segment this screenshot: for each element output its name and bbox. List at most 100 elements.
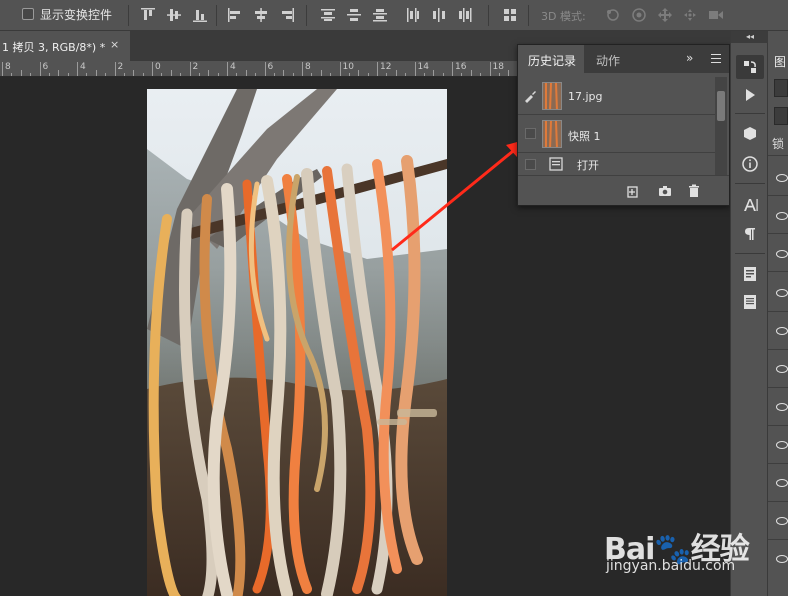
photoshop-window: 显示变换控件 3D 模式: 1 拷贝 3, RGB/8*) * × 8 6 4 … xyxy=(0,0,788,596)
history-item-label: 快照 1 xyxy=(568,130,601,143)
ruler-tick xyxy=(377,62,378,76)
document-tab[interactable]: 1 拷贝 3, RGB/8*) * × xyxy=(0,31,130,61)
align-vertical-centers-icon[interactable] xyxy=(166,7,182,23)
scrollbar-thumb[interactable] xyxy=(717,91,725,121)
ruler-tick xyxy=(498,73,500,76)
ruler-tick xyxy=(20,70,22,76)
layer-visibility-eye-icon[interactable] xyxy=(776,441,788,449)
ruler-tick xyxy=(39,62,41,76)
distribute-vertical-centers-icon[interactable] xyxy=(346,7,362,23)
ruler-tick xyxy=(311,73,313,76)
ruler-tick xyxy=(480,73,482,76)
layer-visibility-eye-icon[interactable] xyxy=(776,212,788,220)
ruler-tick xyxy=(470,70,472,76)
ruler-tick xyxy=(339,62,341,76)
paragraph-panel-button[interactable] xyxy=(736,222,764,246)
history-scrollbar[interactable] xyxy=(715,77,727,185)
layer-visibility-eye-icon[interactable] xyxy=(776,479,788,487)
camera-icon[interactable] xyxy=(658,184,672,198)
layer-visibility-eye-icon[interactable] xyxy=(776,250,788,258)
history-source-checkbox[interactable] xyxy=(525,128,536,139)
character-panel-button[interactable] xyxy=(736,193,764,217)
ruler-tick xyxy=(86,73,88,76)
distribute-right-edges-icon[interactable] xyxy=(457,7,473,23)
ruler-label: 4 xyxy=(80,62,86,72)
layer-visibility-eye-icon[interactable] xyxy=(776,403,788,411)
ruler-tick xyxy=(58,70,60,76)
ruler-tick xyxy=(123,73,125,76)
separator xyxy=(216,5,217,26)
ruler-tick xyxy=(452,62,453,76)
align-horizontal-centers-icon[interactable] xyxy=(253,7,269,23)
history-item[interactable]: 打开 xyxy=(518,153,715,175)
new-document-from-state-icon[interactable] xyxy=(626,184,640,198)
show-transform-controls-checkbox[interactable] xyxy=(22,8,34,20)
history-panel: 历史记录 动作 » 17.jpg 快照 1 打开 xyxy=(517,44,730,206)
history-brush-icon[interactable] xyxy=(523,89,537,103)
align-bottom-edges-icon[interactable] xyxy=(192,7,208,23)
align-top-edges-icon[interactable] xyxy=(140,7,156,23)
ruler-tick xyxy=(114,62,116,76)
layer-visibility-eye-icon[interactable] xyxy=(776,517,788,525)
history-item-label: 17.jpg xyxy=(568,90,603,103)
history-item[interactable]: 17.jpg xyxy=(518,77,715,115)
libraries-panel-button[interactable] xyxy=(736,262,764,286)
ruler-tick xyxy=(170,70,172,76)
layer-row-divider xyxy=(768,311,788,312)
dock-collapse-button[interactable]: ◂◂ xyxy=(731,31,769,43)
close-document-button[interactable]: × xyxy=(110,38,119,51)
layer-visibility-eye-icon[interactable] xyxy=(776,327,788,335)
distribute-left-edges-icon[interactable] xyxy=(405,7,421,23)
layer-row-divider xyxy=(768,271,788,272)
separator xyxy=(488,5,489,26)
panel-menu-icon[interactable] xyxy=(711,54,721,63)
lock-label: 锁 xyxy=(772,137,785,151)
distribute-horizontal-centers-icon[interactable] xyxy=(431,7,447,23)
trash-icon[interactable] xyxy=(687,184,701,198)
ruler-label: 8 xyxy=(305,62,311,72)
layer-visibility-eye-icon[interactable] xyxy=(776,555,788,563)
align-right-edges-icon[interactable] xyxy=(279,7,295,23)
ruler-tick xyxy=(245,70,247,76)
layer-filter-search[interactable] xyxy=(774,79,788,97)
ruler-tick xyxy=(264,62,266,76)
layer-visibility-eye-icon[interactable] xyxy=(776,289,788,297)
ruler-label: 10 xyxy=(342,62,354,72)
distribute-top-edges-icon[interactable] xyxy=(320,7,336,23)
layer-visibility-eye-icon[interactable] xyxy=(776,365,788,373)
ruler-tick xyxy=(386,73,388,76)
panel-expand-button[interactable]: » xyxy=(686,51,693,65)
3d-roll-icon[interactable] xyxy=(631,7,647,23)
tab-actions[interactable]: 动作 xyxy=(596,52,620,69)
dock-separator xyxy=(735,113,765,114)
history-item[interactable]: 快照 1 xyxy=(518,115,715,153)
ruler-tick xyxy=(283,70,285,76)
layer-visibility-eye-icon[interactable] xyxy=(776,174,788,182)
3d-pan-icon[interactable] xyxy=(657,7,673,23)
dock-separator xyxy=(735,183,765,184)
history-source-checkbox[interactable] xyxy=(525,159,536,170)
distribute-bottom-edges-icon[interactable] xyxy=(372,7,388,23)
blend-mode-select[interactable] xyxy=(774,107,788,125)
layer-row-divider xyxy=(768,195,788,196)
layer-row-divider xyxy=(768,387,788,388)
tab-history[interactable]: 历史记录 xyxy=(518,45,584,73)
history-item-thumbnail xyxy=(542,82,562,110)
align-left-edges-icon[interactable] xyxy=(227,7,243,23)
ruler-tick xyxy=(227,62,228,76)
3d-slide-icon[interactable] xyxy=(682,7,698,23)
3d-scale-video-icon[interactable] xyxy=(708,7,724,23)
ruler-tick xyxy=(198,73,200,76)
ruler-tick xyxy=(152,62,153,76)
auto-align-layers-icon[interactable] xyxy=(502,7,518,23)
ruler-label: 16 xyxy=(455,62,467,72)
ruler-tick xyxy=(95,70,97,76)
3d-orbit-icon[interactable] xyxy=(605,7,621,23)
properties-panel-button[interactable] xyxy=(736,290,764,314)
3d-panel-button[interactable] xyxy=(736,122,764,146)
ruler-tick xyxy=(367,73,369,76)
ruler-tick xyxy=(255,73,257,76)
info-icon[interactable] xyxy=(736,152,764,176)
actions-panel-button[interactable] xyxy=(736,83,764,107)
history-panel-button[interactable] xyxy=(736,55,764,79)
